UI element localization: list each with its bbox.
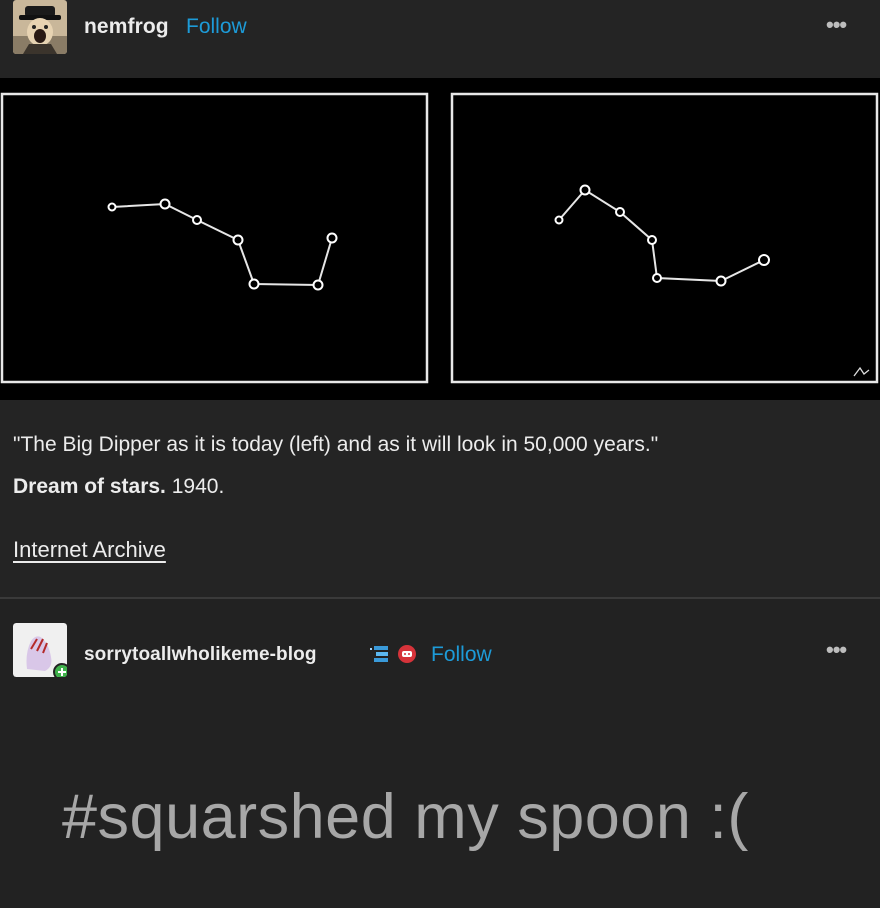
post-tags[interactable]: #squarshed my spoon :(	[62, 781, 749, 853]
more-options-icon[interactable]: •••	[826, 14, 847, 36]
reblog-badge-icon	[370, 644, 392, 669]
caption-quote: "The Big Dipper as it is today (left) an…	[13, 433, 659, 456]
username[interactable]: sorrytoallwholikeme-blog	[84, 644, 317, 666]
avatar[interactable]	[13, 0, 67, 54]
more-options-icon[interactable]: •••	[826, 639, 847, 661]
follow-button[interactable]: Follow	[431, 643, 492, 667]
source-year: 1940.	[165, 475, 225, 498]
avatar[interactable]	[13, 623, 67, 677]
internet-archive-link[interactable]: Internet Archive	[13, 537, 166, 563]
post-reblog-comment: sorrytoallwholikeme-blog Follow ••• #squ…	[0, 599, 880, 908]
source-title: Dream of stars.	[13, 475, 166, 498]
big-dipper-illustration	[0, 92, 879, 384]
username[interactable]: nemfrog	[84, 15, 169, 39]
caption-source: Dream of stars. 1940.	[13, 472, 224, 502]
post-header: nemfrog Follow •••	[0, 0, 880, 56]
post-nemfrog: nemfrog Follow ••• "The Big Dipper as it…	[0, 0, 880, 597]
follow-button[interactable]: Follow	[186, 15, 247, 39]
user-badges	[370, 643, 418, 670]
post-image	[0, 78, 880, 400]
speech-badge-icon	[396, 643, 418, 670]
